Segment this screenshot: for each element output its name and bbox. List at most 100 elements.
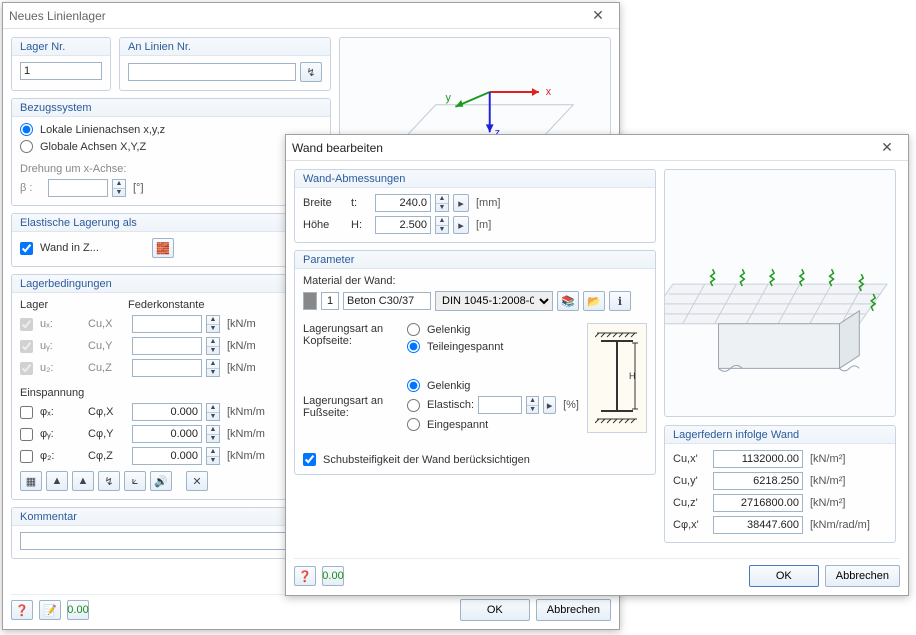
- lager-nr-input[interactable]: [20, 62, 102, 80]
- radio-fuss-elastisch[interactable]: [407, 399, 420, 412]
- spin-t[interactable]: ▲▼: [435, 194, 449, 212]
- inp-h[interactable]: [375, 216, 431, 234]
- ok-button[interactable]: OK: [460, 599, 530, 621]
- lbl-cux: Cu,x': [673, 453, 709, 465]
- mat-num[interactable]: [321, 292, 339, 310]
- help-icon[interactable]: ❓: [11, 600, 33, 620]
- lbl-t: t:: [351, 197, 371, 209]
- arrow-h-icon[interactable]: ▸: [453, 216, 469, 234]
- inp-phiz[interactable]: [132, 447, 202, 465]
- spin-phiz[interactable]: ▲▼: [206, 447, 220, 465]
- mat-open-icon[interactable]: 📂: [583, 291, 605, 311]
- radio-fuss-eingespannt[interactable]: [407, 418, 420, 431]
- spin-ux[interactable]: ▲▼: [206, 315, 220, 333]
- arrow-t-icon[interactable]: ▸: [453, 194, 469, 212]
- ok-button-2[interactable]: OK: [749, 565, 819, 587]
- chk-phix[interactable]: [20, 406, 33, 419]
- tb-icon-1[interactable]: ▦: [20, 471, 42, 491]
- axis-preview[interactable]: x y z: [339, 37, 611, 149]
- col-lager: Lager: [20, 299, 70, 311]
- unit-fuss-elastisch: [%]: [563, 399, 579, 411]
- lbl-kopf: Lagerungsart an Kopfseite:: [303, 323, 399, 347]
- inp-phiy[interactable]: [132, 425, 202, 443]
- tb-icon-2[interactable]: ▲: [46, 471, 68, 491]
- lbl-kopf-gelenkig: Gelenkig: [427, 324, 470, 336]
- lbl-phix-c: Cφ,X: [88, 406, 128, 418]
- tb-icon-3[interactable]: ▲: [72, 471, 94, 491]
- u-cuz: [kN/m²]: [810, 497, 845, 509]
- col-feder: Federkonstante: [128, 299, 204, 311]
- unit-phix: [kNm/m: [227, 406, 265, 418]
- close-icon[interactable]: ✕: [583, 5, 613, 27]
- radio-kopf-teil[interactable]: [407, 340, 420, 353]
- pick-lines-icon[interactable]: ↯: [300, 62, 322, 82]
- chk-schub[interactable]: [303, 453, 316, 466]
- label-global-axes: Globale Achsen X,Y,Z: [40, 141, 146, 153]
- spin-phiy[interactable]: ▲▼: [206, 425, 220, 443]
- edit-icon[interactable]: 📝: [39, 600, 61, 620]
- calc-icon[interactable]: 0.00: [67, 600, 89, 620]
- val-cuy: [713, 472, 803, 490]
- mat-name[interactable]: [343, 292, 431, 310]
- wall-3d-preview[interactable]: [664, 169, 896, 417]
- spin-uy[interactable]: ▲▼: [206, 337, 220, 355]
- lbl-uz-c: Cu,Z: [88, 362, 128, 374]
- mat-info-icon[interactable]: ℹ: [609, 291, 631, 311]
- radio-kopf-gelenkig[interactable]: [407, 323, 420, 336]
- spin-uz[interactable]: ▲▼: [206, 359, 220, 377]
- edit-elastic-icon[interactable]: 🧱: [152, 238, 174, 258]
- legend-federn: Lagerfedern infolge Wand: [665, 426, 895, 444]
- legend-bedingungen: Lagerbedingungen: [12, 275, 330, 293]
- spin-phix[interactable]: ▲▼: [206, 403, 220, 421]
- lbl-material: Material der Wand:: [303, 275, 396, 287]
- checkbox-wand-z[interactable]: [20, 242, 33, 255]
- lbl-phiy-c: Cφ,Y: [88, 428, 128, 440]
- lbl-einspannung: Einspannung: [20, 387, 84, 399]
- unit-t: [mm]: [476, 197, 500, 209]
- lbl-h: H:: [351, 219, 371, 231]
- spin-fuss-elastisch[interactable]: ▲▼: [526, 396, 539, 414]
- radio-local-axes[interactable]: [20, 123, 33, 136]
- chk-phiy[interactable]: [20, 428, 33, 441]
- cancel-button[interactable]: Abbrechen: [536, 599, 611, 621]
- tb-icon-6[interactable]: 🔊: [150, 471, 172, 491]
- inp-phix[interactable]: [132, 403, 202, 421]
- an-linien-input[interactable]: [128, 63, 296, 81]
- lbl-fuss-elastisch: Elastisch:: [427, 399, 474, 411]
- inp-t[interactable]: [375, 194, 431, 212]
- axis-y-label: y: [446, 92, 452, 104]
- help-icon-2[interactable]: ❓: [294, 566, 316, 586]
- radio-fuss-gelenkig[interactable]: [407, 379, 420, 392]
- beta-spinner[interactable]: ▲▼: [112, 179, 126, 197]
- close-icon-2[interactable]: ✕: [872, 137, 902, 159]
- chk-phiz[interactable]: [20, 450, 33, 463]
- unit-phiy: [kNm/m: [227, 428, 265, 440]
- radio-global-axes[interactable]: [20, 140, 33, 153]
- section-sketch: H: [587, 323, 647, 433]
- tb-icon-7[interactable]: ✕: [186, 471, 208, 491]
- tb-icon-4[interactable]: ↯: [98, 471, 120, 491]
- arrow-fuss-icon[interactable]: ▸: [543, 396, 556, 414]
- legend-lager-nr: Lager Nr.: [12, 38, 110, 56]
- beta-unit: [°]: [133, 182, 144, 194]
- label-wand-z: Wand in Z...: [40, 242, 120, 254]
- kommentar-input[interactable]: [20, 532, 322, 550]
- legend-elast: Elastische Lagerung als: [12, 214, 330, 232]
- val-cuz: [713, 494, 803, 512]
- spin-h[interactable]: ▲▼: [435, 216, 449, 234]
- axis-svg: x y z: [340, 38, 610, 148]
- titlebar: Neues Linienlager ✕: [3, 3, 619, 29]
- inp-fuss-elastisch: [478, 396, 522, 414]
- legend-kommentar: Kommentar: [12, 508, 330, 526]
- mat-norm-combo[interactable]: DIN 1045-1:2008-08: [435, 291, 553, 311]
- beta-input: [48, 179, 108, 197]
- lbl-schub: Schubsteifigkeit der Wand berücksichtige…: [323, 454, 530, 466]
- legend-param: Parameter: [295, 251, 655, 269]
- mat-lib-icon[interactable]: 📚: [557, 291, 579, 311]
- lbl-cuz: Cu,z': [673, 497, 709, 509]
- tb-icon-5[interactable]: ⟀: [124, 471, 146, 491]
- calc-icon-2[interactable]: 0.00: [322, 566, 344, 586]
- cancel-button-2[interactable]: Abbrechen: [825, 565, 900, 587]
- lbl-uz: u₂:: [40, 362, 84, 374]
- unit-uy: [kN/m: [227, 340, 256, 352]
